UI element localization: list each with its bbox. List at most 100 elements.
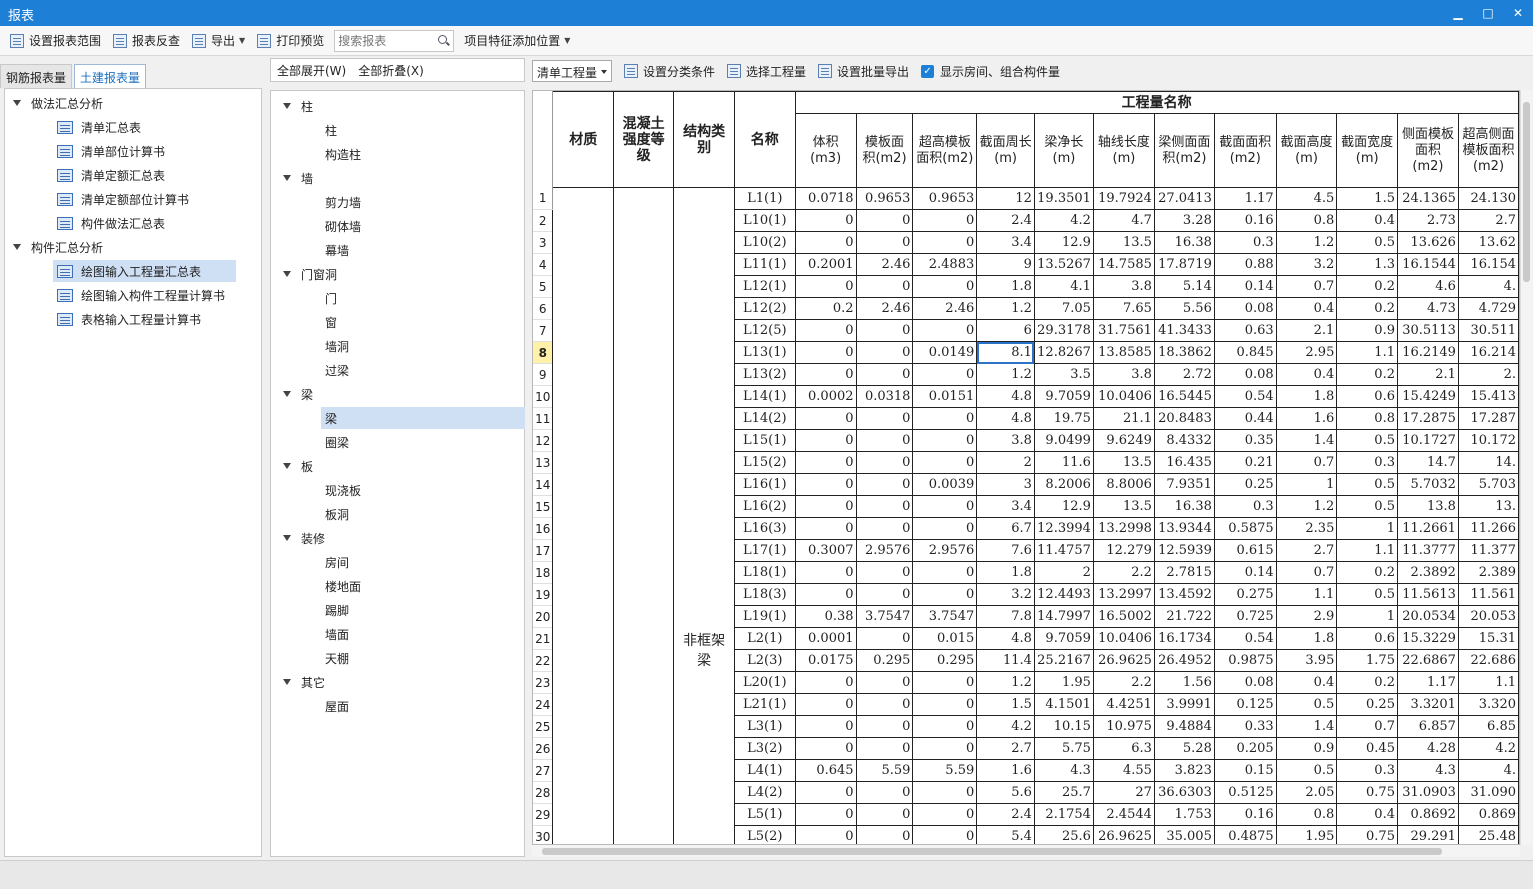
row-number[interactable]: 5 bbox=[533, 275, 554, 298]
cell-value[interactable]: 0 bbox=[794, 429, 857, 452]
row-number[interactable]: 9 bbox=[533, 363, 554, 386]
cell-value[interactable]: 5.56 bbox=[1153, 297, 1215, 320]
cell-value[interactable]: 0.5 bbox=[1336, 495, 1398, 518]
row-number[interactable]: 10 bbox=[533, 385, 554, 408]
cell-value[interactable]: 1.8 bbox=[1275, 385, 1338, 408]
cell-value[interactable]: 0.08 bbox=[1213, 363, 1277, 386]
cell-value[interactable]: 0.295 bbox=[912, 649, 978, 672]
cell-value[interactable]: 8.1 bbox=[976, 341, 1035, 364]
row-number[interactable]: 29 bbox=[533, 803, 554, 826]
cell-value[interactable]: 36.6303 bbox=[1153, 781, 1215, 804]
row-number[interactable]: 7 bbox=[533, 319, 554, 342]
cell-value[interactable]: 0.4 bbox=[1336, 209, 1398, 232]
cell-value[interactable]: 3.823 bbox=[1153, 759, 1215, 782]
cell-grade[interactable] bbox=[612, 187, 675, 844]
cell-value[interactable]: 5.4 bbox=[976, 825, 1035, 844]
cell-value[interactable]: 11.5613 bbox=[1396, 583, 1459, 606]
cell-value[interactable]: 1.56 bbox=[1153, 671, 1215, 694]
cell-value[interactable]: 2.4544 bbox=[1092, 803, 1155, 826]
cell-value[interactable]: 0 bbox=[794, 715, 857, 738]
cell-value[interactable]: 0.16 bbox=[1213, 209, 1277, 232]
cell-value[interactable]: 4.73 bbox=[1396, 297, 1459, 320]
tree-group[interactable]: 板 bbox=[283, 455, 313, 477]
cell-value[interactable]: 10.1727 bbox=[1396, 429, 1459, 452]
cell-value[interactable]: 9.6249 bbox=[1092, 429, 1155, 452]
cell-value[interactable]: 4. bbox=[1457, 275, 1519, 298]
cell-value[interactable]: 16.1544 bbox=[1396, 253, 1459, 276]
cell-value[interactable]: 0.7 bbox=[1275, 451, 1338, 474]
cell-value[interactable]: 0 bbox=[855, 517, 914, 540]
cell-value[interactable]: 12 bbox=[976, 187, 1035, 210]
row-number[interactable]: 4 bbox=[533, 253, 554, 276]
cell-value[interactable]: 0.5 bbox=[1275, 759, 1338, 782]
cell-value[interactable]: 0.5875 bbox=[1213, 517, 1277, 540]
expand-icon[interactable] bbox=[283, 679, 291, 685]
tree-item[interactable]: 房间 bbox=[325, 551, 349, 573]
cell-value[interactable]: 11.561 bbox=[1457, 583, 1519, 606]
cell-value[interactable]: 0.4 bbox=[1336, 803, 1398, 826]
cell-value[interactable]: 2.9 bbox=[1275, 605, 1338, 628]
cell-value[interactable]: 0 bbox=[912, 429, 978, 452]
cell-name[interactable]: L12(2) bbox=[733, 297, 796, 320]
cell-value[interactable]: 3.320 bbox=[1457, 693, 1519, 716]
cell-value[interactable]: 0.75 bbox=[1336, 825, 1398, 844]
cell-name[interactable]: L3(2) bbox=[733, 737, 796, 760]
tree-group-component[interactable]: 构件汇总分析 bbox=[13, 236, 103, 258]
cell-value[interactable]: 25.2167 bbox=[1033, 649, 1094, 672]
col-header-qty[interactable]: 体积(m3) bbox=[794, 113, 857, 188]
tab-rebar-report[interactable]: 钢筋报表量 bbox=[0, 64, 73, 88]
cell-value[interactable]: 0.25 bbox=[1336, 693, 1398, 716]
cell-value[interactable]: 0.3 bbox=[1336, 451, 1398, 474]
cell-value[interactable]: 1.1 bbox=[1336, 341, 1398, 364]
cell-value[interactable]: 3.8 bbox=[1092, 363, 1155, 386]
row-number[interactable]: 27 bbox=[533, 759, 554, 782]
cell-value[interactable]: 12.9 bbox=[1033, 231, 1094, 254]
cell-value[interactable]: 15.413 bbox=[1457, 385, 1519, 408]
cell-value[interactable]: 0.7 bbox=[1275, 275, 1338, 298]
cell-value[interactable]: 0.0002 bbox=[794, 385, 857, 408]
cell-value[interactable]: 17.2875 bbox=[1396, 407, 1459, 430]
cell-value[interactable]: 2.46 bbox=[855, 297, 914, 320]
cell-value[interactable]: 11.266 bbox=[1457, 517, 1519, 540]
cell-value[interactable]: 15.31 bbox=[1457, 627, 1519, 650]
choose-quantity-button[interactable]: 选择工程量 bbox=[721, 59, 812, 83]
tree-item[interactable]: 现浇板 bbox=[325, 479, 361, 501]
cell-value[interactable]: 0 bbox=[855, 825, 914, 844]
cell-value[interactable]: 26.9625 bbox=[1092, 649, 1155, 672]
tree-item[interactable]: 屋面 bbox=[325, 695, 349, 717]
tree-item[interactable]: 构造柱 bbox=[325, 143, 361, 165]
row-number[interactable]: 14 bbox=[533, 473, 554, 496]
cell-value[interactable]: 2.46 bbox=[855, 253, 914, 276]
cell-value[interactable]: 24.130 bbox=[1457, 187, 1519, 210]
cell-value[interactable]: 2.05 bbox=[1275, 781, 1338, 804]
row-number[interactable]: 17 bbox=[533, 539, 554, 562]
cell-value[interactable]: 0 bbox=[912, 363, 978, 386]
cell-value[interactable]: 0 bbox=[912, 451, 978, 474]
tree-item[interactable]: 踢脚 bbox=[325, 599, 349, 621]
cell-value[interactable]: 0 bbox=[855, 737, 914, 760]
tree-item[interactable]: 清单汇总表 bbox=[57, 116, 141, 138]
cell-value[interactable]: 0.3007 bbox=[794, 539, 857, 562]
cell-value[interactable]: 13.626 bbox=[1396, 231, 1459, 254]
cell-value[interactable]: 1.95 bbox=[1033, 671, 1094, 694]
cell-value[interactable]: 0 bbox=[855, 429, 914, 452]
cell-value[interactable]: 11.6 bbox=[1033, 451, 1094, 474]
cell-value[interactable]: 4.1 bbox=[1033, 275, 1094, 298]
cell-value[interactable]: 0.2 bbox=[1336, 671, 1398, 694]
cell-value[interactable]: 17.8719 bbox=[1153, 253, 1215, 276]
tree-item[interactable]: 砌体墙 bbox=[325, 215, 361, 237]
cell-value[interactable]: 12.9 bbox=[1033, 495, 1094, 518]
cell-value[interactable]: 10.15 bbox=[1033, 715, 1094, 738]
cell-value[interactable]: 5.75 bbox=[1033, 737, 1094, 760]
cell-value[interactable]: 13.4592 bbox=[1153, 583, 1215, 606]
search-icon[interactable] bbox=[438, 34, 448, 44]
col-header-qty[interactable]: 梁净长(m) bbox=[1033, 113, 1094, 188]
col-header-qty[interactable]: 侧面模板面积(m2) bbox=[1396, 113, 1459, 188]
cell-value[interactable]: 0 bbox=[794, 451, 857, 474]
cell-value[interactable]: 1.5 bbox=[976, 693, 1035, 716]
cell-value[interactable]: 12.5939 bbox=[1153, 539, 1215, 562]
cell-value[interactable]: 1.17 bbox=[1396, 671, 1459, 694]
cell-value[interactable]: 13.62 bbox=[1457, 231, 1519, 254]
cell-value[interactable]: 0 bbox=[794, 231, 857, 254]
cell-value[interactable]: 0 bbox=[912, 209, 978, 232]
